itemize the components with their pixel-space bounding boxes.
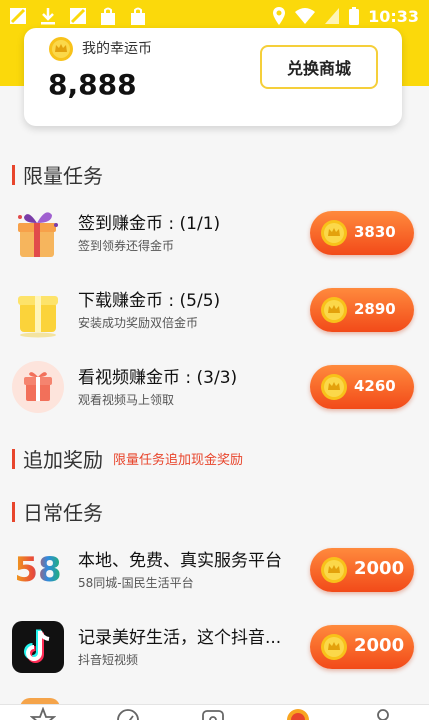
coin-tab-icon[interactable]	[285, 707, 311, 720]
task-item[interactable]: 签到赚金币 : (1/1) 签到领券还得金币 3830	[0, 201, 429, 271]
red-gift-icon	[12, 361, 64, 413]
task-item[interactable]: 记录美好生活，这个抖音... 抖音短视频 2000	[0, 615, 429, 685]
bonus-header: 追加奖励 限量任务追加现金奖励	[12, 444, 243, 473]
notification-icon	[10, 8, 26, 24]
task-subtitle: 58同城-国民生活平台	[78, 576, 194, 590]
reward-button[interactable]: 2000	[310, 548, 414, 592]
reward-amount: 2000	[354, 558, 405, 579]
task-subtitle: 观看视频马上领取	[78, 393, 175, 407]
section-title: 追加奖励	[23, 448, 103, 472]
task-item[interactable]: 58 本地、免费、真实服务平台 58同城-国民生活平台 2000	[0, 538, 429, 608]
task-subtitle: 签到领券还得金币	[78, 239, 175, 253]
coin-value: 8,888	[48, 68, 137, 101]
coin-balance-card: 我的幸运币 8,888 兑换商城	[24, 28, 402, 126]
task-title: 下载赚金币 : (5/5)	[78, 291, 221, 311]
gift-box-icon	[18, 212, 58, 257]
section-title: 日常任务	[23, 501, 103, 525]
limited-tasks-header: 限量任务	[12, 160, 103, 189]
task-item[interactable]: 看视频赚金币 : (3/3) 观看视频马上领取 4260	[0, 355, 429, 425]
profile-icon[interactable]	[370, 707, 396, 720]
58-logo-text: 58	[14, 550, 62, 590]
task-title: 看视频赚金币 : (3/3)	[78, 368, 238, 388]
reward-button[interactable]: 4260	[310, 365, 414, 409]
reward-button[interactable]: 2890	[310, 288, 414, 332]
task-subtitle: 安装成功奖励双倍金币	[78, 316, 199, 330]
reward-amount: 3830	[354, 223, 396, 241]
shopping-bag-icon	[131, 7, 145, 25]
bottom-navigation	[0, 704, 429, 720]
store-icon[interactable]	[200, 707, 226, 720]
task-title: 签到赚金币 : (1/1)	[78, 214, 221, 234]
section-marker	[12, 448, 15, 469]
wifi-icon	[295, 8, 316, 24]
compass-icon[interactable]	[115, 707, 141, 720]
58-logo-icon: 58	[10, 542, 66, 598]
reward-amount: 4260	[354, 377, 396, 395]
notification-icon	[70, 8, 86, 24]
yellow-gift-icon	[18, 296, 58, 338]
star-icon[interactable]	[30, 707, 56, 720]
exchange-store-button[interactable]: 兑换商城	[260, 45, 378, 89]
section-marker	[12, 501, 15, 522]
task-title: 本地、免费、真实服务平台	[78, 551, 282, 571]
task-subtitle: 抖音短视频	[78, 653, 139, 667]
task-item[interactable]: 下载赚金币 : (5/5) 安装成功奖励双倍金币 2890	[0, 278, 429, 348]
section-marker	[12, 164, 15, 185]
bonus-subtitle-link[interactable]: 限量任务追加现金奖励	[113, 449, 243, 468]
daily-tasks-header: 日常任务	[12, 497, 103, 526]
battery-icon	[349, 7, 360, 25]
shopping-bag-icon	[101, 7, 115, 25]
reward-amount: 2000	[354, 635, 405, 656]
section-title: 限量任务	[23, 164, 103, 188]
crown-coin-icon	[321, 557, 347, 583]
signal-icon	[325, 8, 340, 24]
download-icon	[41, 8, 55, 25]
crown-coin-icon	[321, 297, 347, 323]
crown-coin-icon	[49, 37, 73, 61]
location-icon	[273, 7, 286, 25]
task-title: 记录美好生活，这个抖音...	[78, 628, 282, 648]
tiktok-logo-icon	[12, 621, 64, 673]
reward-amount: 2890	[354, 300, 396, 318]
coin-label: 我的幸运币	[82, 41, 152, 57]
crown-coin-icon	[321, 374, 347, 400]
crown-coin-icon	[321, 634, 347, 660]
status-time: 10:33	[368, 6, 419, 26]
reward-button[interactable]: 3830	[310, 211, 414, 255]
reward-button[interactable]: 2000	[310, 625, 414, 669]
crown-coin-icon	[321, 220, 347, 246]
